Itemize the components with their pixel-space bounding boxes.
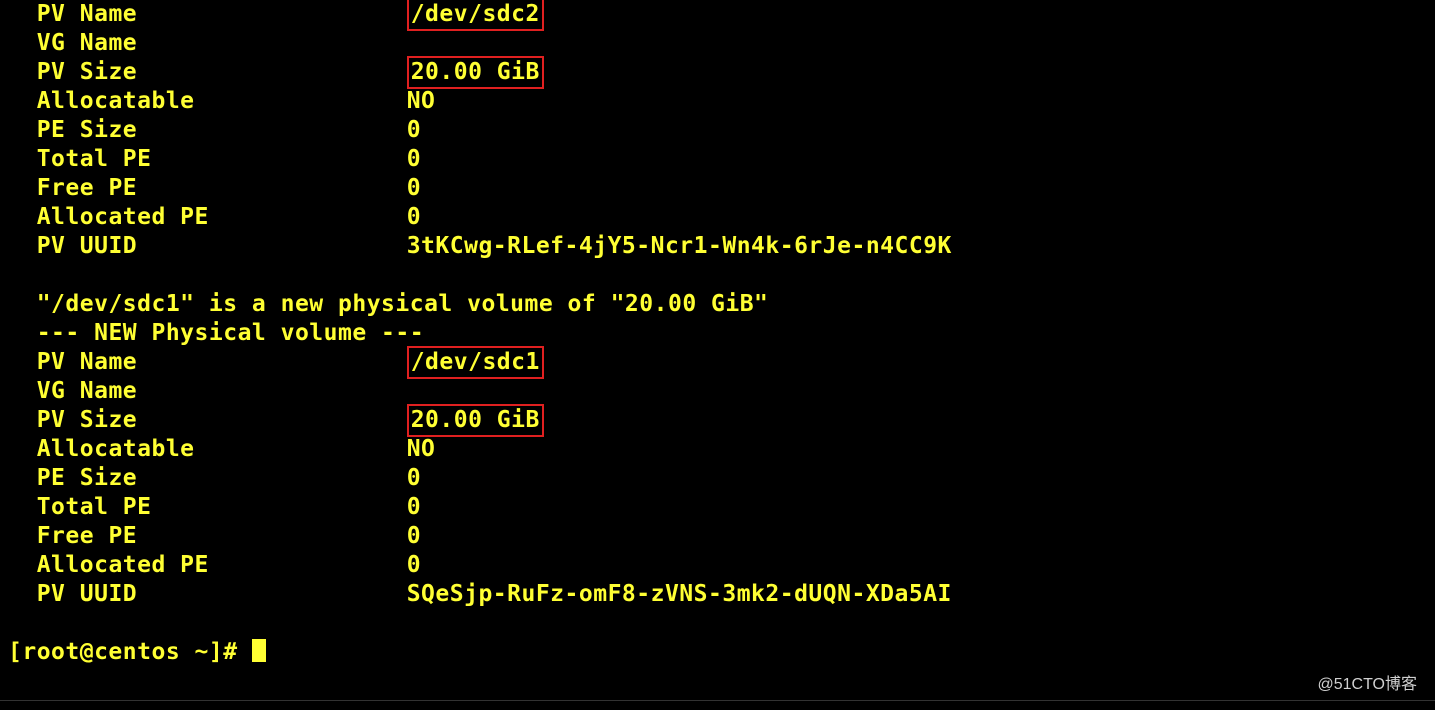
field-label: VG Name bbox=[37, 29, 407, 58]
shell-prompt: [root@centos ~]# bbox=[8, 639, 252, 665]
field-label: Allocatable bbox=[37, 435, 407, 464]
field-value-boxed: 20.00 GiB bbox=[407, 56, 544, 89]
pv2-pesize-row: PE Size0 bbox=[8, 464, 1435, 493]
field-value-boxed: /dev/sdc1 bbox=[407, 346, 544, 379]
field-value: 0 bbox=[407, 522, 421, 551]
field-value: 0 bbox=[407, 551, 421, 580]
pv1-vg-row: VG Name bbox=[8, 29, 1435, 58]
pv1-allocpe-row: Allocated PE0 bbox=[8, 203, 1435, 232]
blank-line bbox=[8, 609, 1435, 638]
pv1-uuid-row: PV UUID3tKCwg-RLef-4jY5-Ncr1-Wn4k-6rJe-n… bbox=[8, 232, 1435, 261]
field-value: 3tKCwg-RLef-4jY5-Ncr1-Wn4k-6rJe-n4CC9K bbox=[407, 232, 952, 261]
field-label: Allocated PE bbox=[37, 203, 407, 232]
pv2-freepe-row: Free PE0 bbox=[8, 522, 1435, 551]
pv2-header: --- NEW Physical volume --- bbox=[8, 319, 1435, 348]
field-label: PE Size bbox=[37, 116, 407, 145]
pv2-alloc-row: AllocatableNO bbox=[8, 435, 1435, 464]
field-value: NO bbox=[407, 87, 436, 116]
pv1-pesize-row: PE Size0 bbox=[8, 116, 1435, 145]
pv2-allocpe-row: Allocated PE0 bbox=[8, 551, 1435, 580]
field-label: Allocated PE bbox=[37, 551, 407, 580]
field-value-boxed: /dev/sdc2 bbox=[407, 0, 544, 31]
field-label: PE Size bbox=[37, 464, 407, 493]
pv1-alloc-row: AllocatableNO bbox=[8, 87, 1435, 116]
field-label: PV Size bbox=[37, 406, 407, 435]
pv2-totalpe-row: Total PE0 bbox=[8, 493, 1435, 522]
field-label: Total PE bbox=[37, 145, 407, 174]
field-label: Allocatable bbox=[37, 87, 407, 116]
cursor-icon bbox=[252, 639, 266, 662]
pv2-name-row: PV Name/dev/sdc1 bbox=[8, 348, 1435, 377]
field-value: 0 bbox=[407, 203, 421, 232]
field-label: PV Size bbox=[37, 58, 407, 87]
pv2-uuid-row: PV UUIDSQeSjp-RuFz-omF8-zVNS-3mk2-dUQN-X… bbox=[8, 580, 1435, 609]
field-label: VG Name bbox=[37, 377, 407, 406]
field-label: Free PE bbox=[37, 174, 407, 203]
terminal-output[interactable]: PV Name/dev/sdc2 VG Name PV Size20.00 Gi… bbox=[0, 0, 1435, 667]
field-value: NO bbox=[407, 435, 436, 464]
pv2-message: "/dev/sdc1" is a new physical volume of … bbox=[8, 290, 1435, 319]
shell-prompt-line[interactable]: [root@centos ~]# bbox=[8, 638, 1435, 667]
field-label: PV Name bbox=[37, 348, 407, 377]
pv1-size-row: PV Size20.00 GiB bbox=[8, 58, 1435, 87]
field-value: 0 bbox=[407, 174, 421, 203]
field-value: SQeSjp-RuFz-omF8-zVNS-3mk2-dUQN-XDa5AI bbox=[407, 580, 952, 609]
blank-line bbox=[8, 261, 1435, 290]
section-header: --- NEW Physical volume --- bbox=[37, 320, 424, 346]
field-label: Free PE bbox=[37, 522, 407, 551]
field-label: PV Name bbox=[37, 0, 407, 29]
field-label: PV UUID bbox=[37, 580, 407, 609]
message-text: "/dev/sdc1" is a new physical volume of … bbox=[37, 291, 769, 317]
pv2-vg-row: VG Name bbox=[8, 377, 1435, 406]
watermark-text: @51CTO博客 bbox=[1317, 670, 1417, 694]
bottom-divider bbox=[0, 700, 1435, 701]
pv1-name-row: PV Name/dev/sdc2 bbox=[8, 0, 1435, 29]
pv2-size-row: PV Size20.00 GiB bbox=[8, 406, 1435, 435]
field-label: PV UUID bbox=[37, 232, 407, 261]
field-value: 0 bbox=[407, 464, 421, 493]
pv1-freepe-row: Free PE0 bbox=[8, 174, 1435, 203]
field-value: 0 bbox=[407, 116, 421, 145]
field-value: 0 bbox=[407, 145, 421, 174]
pv1-totalpe-row: Total PE0 bbox=[8, 145, 1435, 174]
field-value: 0 bbox=[407, 493, 421, 522]
field-label: Total PE bbox=[37, 493, 407, 522]
field-value-boxed: 20.00 GiB bbox=[407, 404, 544, 437]
